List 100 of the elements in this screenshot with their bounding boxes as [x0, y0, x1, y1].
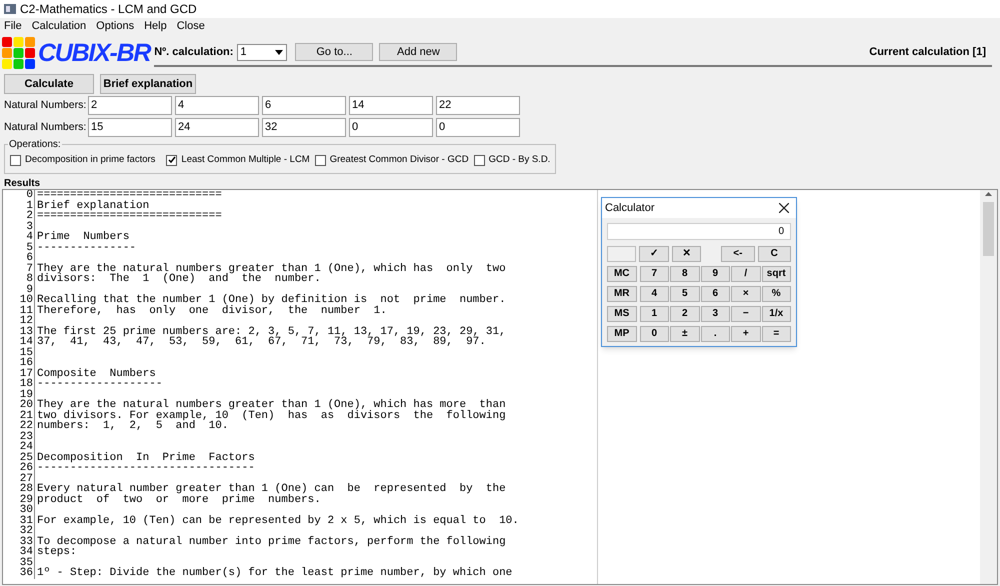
- calculator-key[interactable]: 5: [670, 286, 700, 302]
- menu-item[interactable]: Close: [176, 18, 205, 35]
- calculator-key[interactable]: ✓: [639, 246, 669, 262]
- calculator-key[interactable]: 3: [700, 306, 730, 322]
- calculator-key[interactable]: 2: [670, 306, 700, 322]
- scrollbar[interactable]: [980, 190, 997, 584]
- line-number: 3: [3, 222, 35, 232]
- memory-indicator: [607, 246, 636, 262]
- number-field[interactable]: 24: [175, 118, 259, 137]
- line-number: 6: [3, 253, 35, 264]
- go-to-button[interactable]: Go to...: [295, 43, 374, 61]
- line-number: 20: [3, 400, 35, 410]
- line-number: 30: [3, 505, 35, 516]
- calculator-key[interactable]: ±: [670, 326, 700, 342]
- line-number: 15: [3, 348, 35, 358]
- text-line: For example, 10 (Ten) can be represented by 2 x 5, which is equal to 10.: [36, 516, 519, 526]
- calculator-key[interactable]: MS: [607, 306, 636, 322]
- checkbox[interactable]: [474, 154, 485, 166]
- line-number: 22: [3, 421, 35, 432]
- calculator-key[interactable]: 6: [700, 286, 730, 302]
- calculator-key[interactable]: 8: [670, 266, 700, 282]
- menu-item[interactable]: File: [4, 18, 22, 35]
- add-new-button[interactable]: Add new: [379, 43, 458, 61]
- current-calculation: Current calculation [1]: [869, 44, 986, 60]
- calculator-key[interactable]: MR: [607, 286, 636, 302]
- line-number: 27: [3, 474, 35, 484]
- line-number: 35: [3, 558, 35, 568]
- checkbox-label: Decomposition in prime factors: [25, 152, 156, 167]
- number-field[interactable]: 14: [349, 96, 433, 115]
- line-number: 1: [3, 200, 35, 211]
- line-number: 26: [3, 463, 35, 474]
- calculator-key[interactable]: 0: [640, 326, 669, 342]
- number-field[interactable]: 2: [88, 96, 172, 115]
- menu-item[interactable]: Calculation: [32, 18, 86, 35]
- results-title: Results: [3, 178, 42, 189]
- text-line: To decompose a natural number into prime factors, perform the following: [36, 536, 506, 547]
- group-title: Operations:: [8, 137, 62, 152]
- checkbox[interactable]: [314, 154, 326, 166]
- calculation-label: Nº. calculation:: [154, 44, 234, 60]
- calculator-key[interactable]: ✕: [672, 246, 702, 262]
- line-number: 21: [3, 410, 35, 421]
- text-line: ============================: [36, 190, 222, 200]
- scroll-thumb[interactable]: [983, 202, 994, 256]
- number-field[interactable]: 0: [349, 118, 433, 137]
- calculator-key[interactable]: =: [762, 326, 791, 342]
- row-label: Natural Numbers:: [4, 98, 88, 113]
- number-field[interactable]: 4: [175, 96, 259, 115]
- text-line: They are the natural numbers greater than 1 (One), which has only two: [36, 264, 506, 274]
- calculator-key[interactable]: 4: [640, 286, 669, 302]
- close-icon[interactable]: [779, 203, 789, 213]
- number-field[interactable]: 0: [436, 118, 520, 137]
- calculator-key[interactable]: /: [731, 266, 760, 282]
- calculator-key[interactable]: sqrt: [762, 266, 791, 282]
- line-number: 17: [3, 368, 35, 379]
- calculation-select[interactable]: 1: [237, 44, 288, 60]
- text-line: -------------------: [36, 379, 162, 390]
- line-number: 5: [3, 242, 35, 253]
- line-number: 14: [3, 337, 35, 348]
- line-number: 8: [3, 274, 35, 284]
- calculator-key[interactable]: 1: [640, 306, 669, 322]
- text-line: 37, 41, 43, 47, 53, 59, 61, 67, 71, 73, 79, 83, 89, 97.: [36, 337, 486, 348]
- calculator-key[interactable]: 1/x: [762, 306, 791, 322]
- scroll-up-icon: [985, 192, 992, 196]
- calculator-key[interactable]: −: [731, 306, 760, 322]
- row-label: Natural Numbers:: [4, 120, 88, 135]
- text-line: divisors: The 1 (One) and the number.: [36, 274, 321, 284]
- line-number: 16: [3, 358, 35, 368]
- calculator-key[interactable]: %: [762, 286, 791, 302]
- calculator-key[interactable]: .: [700, 326, 730, 342]
- calculator-title: Calculator: [605, 200, 655, 216]
- checkbox-label: GCD - By S.D.: [488, 152, 550, 167]
- app-icon: [4, 4, 16, 14]
- checkbox-label: Greatest Common Divisor - GCD: [330, 152, 469, 167]
- calculator-key[interactable]: MP: [607, 326, 636, 342]
- calculator-key[interactable]: 9: [700, 266, 730, 282]
- calculator-key[interactable]: <-: [721, 246, 755, 262]
- brief-explanation-button[interactable]: Brief explanation: [100, 74, 196, 94]
- text-line: Brief explanation: [36, 200, 150, 211]
- calculate-button[interactable]: Calculate: [4, 74, 94, 94]
- line-number: 36: [3, 568, 35, 578]
- text-line: two divisors. For example, 10 (Ten) has as divisors the following: [36, 410, 506, 421]
- text-line: Therefore, has only one divisor, the number 1.: [36, 306, 387, 316]
- logo-icon: [2, 37, 36, 69]
- line-number: 24: [3, 442, 35, 452]
- menu-item[interactable]: Options: [96, 18, 134, 35]
- calculator-key[interactable]: ×: [731, 286, 760, 302]
- line-number: 25: [3, 452, 35, 463]
- calculator-key[interactable]: +: [731, 326, 760, 342]
- calculator-key[interactable]: 7: [640, 266, 669, 282]
- calculator-key[interactable]: C: [758, 246, 791, 262]
- number-field[interactable]: 15: [88, 118, 172, 137]
- line-number: 33: [3, 536, 35, 547]
- checkbox[interactable]: [166, 154, 178, 166]
- menu-item[interactable]: Help: [144, 18, 167, 35]
- number-field[interactable]: 6: [262, 96, 346, 115]
- number-field[interactable]: 32: [262, 118, 346, 137]
- calculator-key[interactable]: MC: [607, 266, 636, 282]
- text-line: Prime Numbers: [36, 232, 130, 242]
- number-field[interactable]: 22: [436, 96, 520, 115]
- checkbox[interactable]: [10, 154, 21, 166]
